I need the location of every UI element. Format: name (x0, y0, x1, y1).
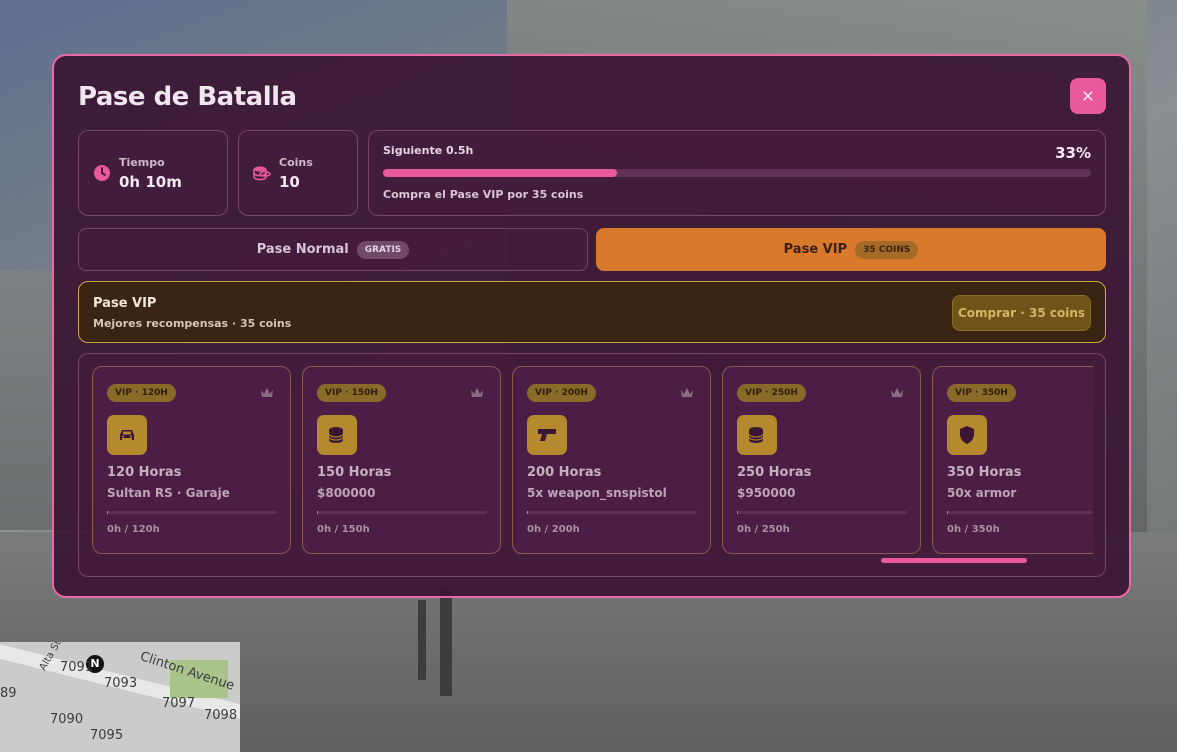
reward-progress-bar (317, 511, 487, 514)
reward-item: $950000 (737, 486, 796, 500)
progress-card: Siguiente 0.5h 33% Compra el Pase VIP po… (368, 130, 1106, 216)
reward-hours: 150 Horas (317, 465, 392, 480)
reward-card-4[interactable]: VIP · 350H 350 Horas 50x armor 0h / 350h (932, 366, 1093, 554)
shield-icon (960, 426, 974, 444)
reward-card-3[interactable]: VIP · 250H 250 Horas $950000 0h / 250h (722, 366, 921, 554)
reward-icon-box (107, 415, 147, 455)
reward-card-1[interactable]: VIP · 150H 150 Horas $800000 0h / 150h (302, 366, 501, 554)
reward-progress-bar (107, 511, 277, 514)
minimap: N Clinton Avenue Alta St 7091 7093 7097 … (0, 642, 240, 752)
reward-hours: 350 Horas (947, 465, 1022, 480)
battle-pass-panel: Pase de Batalla × Tiempo 0h 10m Coins 10… (52, 54, 1131, 598)
reward-progress-bar (737, 511, 907, 514)
pistol-icon (538, 429, 556, 441)
reward-progress-text: 0h / 250h (737, 524, 790, 535)
background-pole (440, 590, 452, 696)
coins-icon (253, 166, 271, 181)
reward-card-2[interactable]: VIP · 200H 200 Horas 5x weapon_snspistol… (512, 366, 711, 554)
time-card: Tiempo 0h 10m (78, 130, 228, 216)
reward-hours: 120 Horas (107, 465, 182, 480)
crown-icon (471, 388, 483, 397)
price-badge: 35 COINS (855, 240, 919, 259)
reward-progress-text: 0h / 120h (107, 524, 160, 535)
car-icon (120, 430, 134, 440)
reward-icon-box (737, 415, 777, 455)
crown-icon (681, 388, 693, 397)
reward-item: Sultan RS · Garaje (107, 486, 230, 500)
reward-progress-text: 0h / 150h (317, 524, 370, 535)
free-badge: GRATIS (356, 240, 410, 259)
background-pole (418, 600, 426, 680)
crown-icon (891, 388, 903, 397)
buy-vip-button[interactable]: Comprar · 35 coins (952, 295, 1091, 331)
progress-track (383, 169, 1091, 177)
reward-item: 5x weapon_snspistol (527, 486, 667, 500)
coins-value: 10 (279, 173, 300, 191)
reward-hours: 200 Horas (527, 465, 602, 480)
minimap-number: 7093 (104, 676, 138, 691)
progress-percent: 33% (1055, 144, 1091, 162)
time-label: Tiempo (119, 156, 165, 169)
reward-icon-box (947, 415, 987, 455)
rewards-track: VIP · 120H 120 Horas Sultan RS · Garaje … (78, 353, 1106, 577)
reward-icon-box (317, 415, 357, 455)
vip-banner-subtitle: Mejores recompensas · 35 coins (93, 317, 292, 330)
coins-card: Coins 10 (238, 130, 358, 216)
reward-tier-badge: VIP · 150H (317, 384, 386, 402)
reward-tier-badge: VIP · 200H (527, 384, 596, 402)
minimap-number: 7091 (60, 660, 94, 675)
reward-progress-text: 0h / 200h (527, 524, 580, 535)
time-value: 0h 10m (119, 173, 182, 191)
coins-label: Coins (279, 156, 313, 169)
rewards-scrollbar[interactable] (881, 558, 1027, 563)
reward-tier-badge: VIP · 350H (947, 384, 1016, 402)
reward-item: $800000 (317, 486, 376, 500)
minimap-number: 7098 (204, 708, 238, 723)
reward-progress-bar (527, 511, 697, 514)
minimap-number: 7097 (162, 696, 196, 711)
progress-hint: Compra el Pase VIP por 35 coins (383, 188, 584, 201)
reward-card-0[interactable]: VIP · 120H 120 Horas Sultan RS · Garaje … (92, 366, 291, 554)
next-level-label: Siguiente 0.5h (383, 144, 474, 157)
clock-icon (94, 165, 110, 181)
reward-tier-badge: VIP · 120H (107, 384, 176, 402)
vip-banner: Pase VIP Mejores recompensas · 35 coins … (78, 281, 1106, 343)
reward-progress-text: 0h / 350h (947, 524, 1000, 535)
panel-title: Pase de Batalla (78, 82, 297, 112)
minimap-number: 89 (0, 686, 17, 701)
progress-fill (383, 169, 617, 177)
tab-vip-pass[interactable]: Pase VIP 35 COINS (596, 228, 1106, 271)
coins-icon (328, 427, 344, 443)
reward-hours: 250 Horas (737, 465, 812, 480)
close-button[interactable]: × (1070, 78, 1106, 114)
tab-normal-pass[interactable]: Pase Normal GRATIS (78, 228, 588, 271)
minimap-number: 7095 (90, 728, 124, 743)
tab-normal-label: Pase Normal (256, 242, 349, 257)
vip-banner-title: Pase VIP (93, 296, 157, 311)
crown-icon (261, 388, 273, 397)
reward-tier-badge: VIP · 250H (737, 384, 806, 402)
minimap-number: 7090 (50, 712, 84, 727)
reward-icon-box (527, 415, 567, 455)
reward-item: 50x armor (947, 486, 1017, 500)
rewards-scroll-area[interactable]: VIP · 120H 120 Horas Sultan RS · Garaje … (92, 366, 1093, 556)
tab-vip-label: Pase VIP (783, 242, 848, 257)
coins-icon (748, 427, 764, 443)
reward-progress-bar (947, 511, 1093, 514)
